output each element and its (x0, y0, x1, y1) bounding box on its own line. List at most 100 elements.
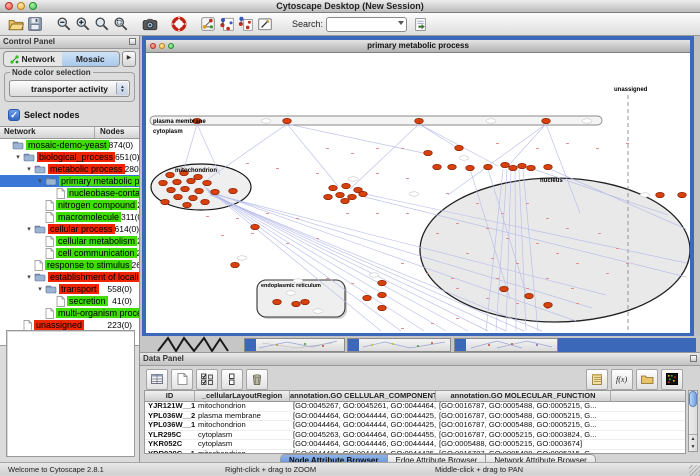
zoom-fit-button[interactable] (92, 15, 111, 34)
graph-node[interactable] (201, 199, 210, 204)
attr-select-button[interactable] (196, 369, 218, 390)
graph-node[interactable] (378, 292, 387, 297)
expand-arrow-icon[interactable]: ▾ (24, 273, 34, 281)
tree-item-nucleobase-containing[interactable]: nucleobase-containing209(0) (0, 187, 139, 199)
tree-item-secretion[interactable]: secretion41(0) (0, 295, 139, 307)
graph-node[interactable] (544, 302, 553, 307)
fx-button[interactable]: f(x) (611, 369, 633, 390)
graph-node[interactable] (433, 164, 442, 169)
graph-node[interactable] (448, 164, 457, 169)
graph-node[interactable] (363, 295, 372, 300)
graph-node[interactable] (203, 180, 212, 185)
tree-item-cell-communication[interactable]: cell communication22(0) (0, 247, 139, 259)
search-input[interactable] (326, 17, 407, 32)
column-header-2[interactable]: _cellularLayoutRegion (195, 391, 290, 401)
network-window-titlebar[interactable]: primary metabolic process (146, 40, 690, 53)
tree-item-cellular-process[interactable]: ▾cellular process614(0) (0, 223, 139, 235)
graph-node[interactable] (173, 179, 182, 184)
region-plasma-membrane[interactable] (150, 116, 602, 125)
column-header-4[interactable]: annotation.GO MOLECULAR_FUNCTION (436, 391, 611, 401)
tree-item-biological-process[interactable]: ▾biological_process651(0) (0, 151, 139, 163)
graph-node[interactable] (378, 305, 387, 310)
region-nucleus[interactable] (420, 178, 690, 322)
graph-node[interactable] (167, 187, 176, 192)
table-scrollbar[interactable]: ▲▼ (688, 390, 698, 452)
zoom-view-button[interactable] (168, 43, 174, 49)
tab-overflow-button[interactable]: ▶ (122, 51, 136, 67)
graph-node[interactable] (189, 195, 198, 200)
tree-item-nitrogen-compound[interactable]: nitrogen compound209(0) (0, 199, 139, 211)
graph-node[interactable] (166, 172, 175, 177)
minimize-window-button[interactable] (17, 2, 25, 10)
graph-node[interactable] (466, 165, 475, 170)
scrollbar-arrows[interactable]: ▲▼ (689, 434, 697, 451)
search-dropdown-arrow-icon[interactable] (398, 21, 404, 25)
graph-node[interactable] (415, 118, 424, 123)
network-canvas[interactable]: plasma membranecytoplasmmitochondrionnuc… (146, 53, 690, 333)
expand-arrow-icon[interactable]: ▾ (35, 285, 45, 293)
expand-arrow-icon[interactable]: ▾ (24, 165, 34, 173)
close-window-button[interactable] (5, 2, 13, 10)
table-row[interactable]: YPL036W__2plasma membrane[GO:0044464, GO… (145, 412, 685, 422)
graph-node[interactable] (424, 150, 433, 155)
graph-node[interactable] (194, 174, 203, 179)
snapshot-button[interactable] (140, 15, 159, 34)
graph-node[interactable] (500, 286, 509, 291)
graph-node[interactable] (678, 192, 687, 197)
expand-arrow-icon[interactable]: ▾ (13, 153, 23, 161)
open-button[interactable] (6, 15, 25, 34)
tree-item-multi-organism-process[interactable]: multi-organism process42(0) (0, 307, 139, 319)
graph-node[interactable] (301, 299, 310, 304)
tree-item-establishment-of-localization[interactable]: ▾establishment of localization558(0) (0, 271, 139, 283)
graph-node[interactable] (181, 186, 190, 191)
graph-node[interactable] (251, 224, 260, 229)
zoom-in-button[interactable] (73, 15, 92, 34)
graph-node[interactable] (359, 191, 368, 196)
attr-small-button[interactable] (221, 369, 243, 390)
color-attribute-select[interactable]: transporter activity ▲▼ (9, 80, 130, 97)
network-view-window[interactable]: primary metabolic process plasma membran… (142, 36, 694, 336)
notes-button[interactable] (586, 369, 608, 390)
resize-grip[interactable] (689, 465, 700, 476)
graph-node[interactable] (348, 194, 357, 199)
tree-item-macromolecule[interactable]: macromolecule311(0) (0, 211, 139, 223)
table-row[interactable]: YJR121W__1mitochondrion[GO:0045267, GO:0… (145, 402, 685, 412)
graph-node[interactable] (283, 118, 292, 123)
graph-node[interactable] (527, 165, 536, 170)
table-row[interactable]: YKR052Ccytoplasm[GO:0044464, GO:0044446,… (145, 440, 685, 450)
tab-mosaic[interactable]: Mosaic (62, 52, 120, 66)
graph-node[interactable] (341, 198, 350, 203)
graph-node[interactable] (336, 192, 345, 197)
graph-node[interactable] (159, 180, 168, 185)
help-ring-button[interactable] (169, 15, 188, 34)
graph-node[interactable] (324, 194, 333, 199)
table-row[interactable]: YPL036W__1mitochondrion[GO:0044464, GO:0… (145, 421, 685, 431)
graph-node[interactable] (174, 194, 183, 199)
birdseye-view-panel[interactable] (6, 330, 135, 457)
scrollbar-thumb[interactable] (689, 391, 697, 407)
graph-node[interactable] (455, 145, 464, 150)
tree-col-nodes[interactable]: Nodes (95, 127, 139, 138)
graph-node[interactable] (544, 164, 553, 169)
annotate-button[interactable] (255, 15, 274, 34)
save-button[interactable] (25, 15, 44, 34)
graph-node[interactable] (656, 192, 665, 197)
graph-node[interactable] (509, 165, 518, 170)
graph-node[interactable] (195, 188, 204, 193)
column-header-3[interactable]: annotation.GO CELLULAR_COMPONENT (290, 391, 436, 401)
graph-node[interactable] (231, 262, 240, 267)
graph-node[interactable] (292, 301, 301, 306)
tree-item-mosaic-demo-yeast[interactable]: mosaic-demo-yeast874(0) (0, 139, 139, 151)
zoom-out-button[interactable] (54, 15, 73, 34)
graph-node[interactable] (329, 185, 338, 190)
tree-item-transport[interactable]: ▾transport558(0) (0, 283, 139, 295)
tree-col-network[interactable]: Network (0, 127, 95, 138)
table-button[interactable] (146, 369, 168, 390)
network-box-button[interactable] (198, 15, 217, 34)
background-window[interactable] (454, 338, 558, 352)
graph-node[interactable] (229, 188, 238, 193)
graph-node[interactable] (484, 164, 493, 169)
expand-arrow-icon[interactable]: ▾ (35, 177, 45, 185)
graph-node[interactable] (183, 202, 192, 207)
tree-item-metabolic-process[interactable]: ▾metabolic process280(0) (0, 163, 139, 175)
